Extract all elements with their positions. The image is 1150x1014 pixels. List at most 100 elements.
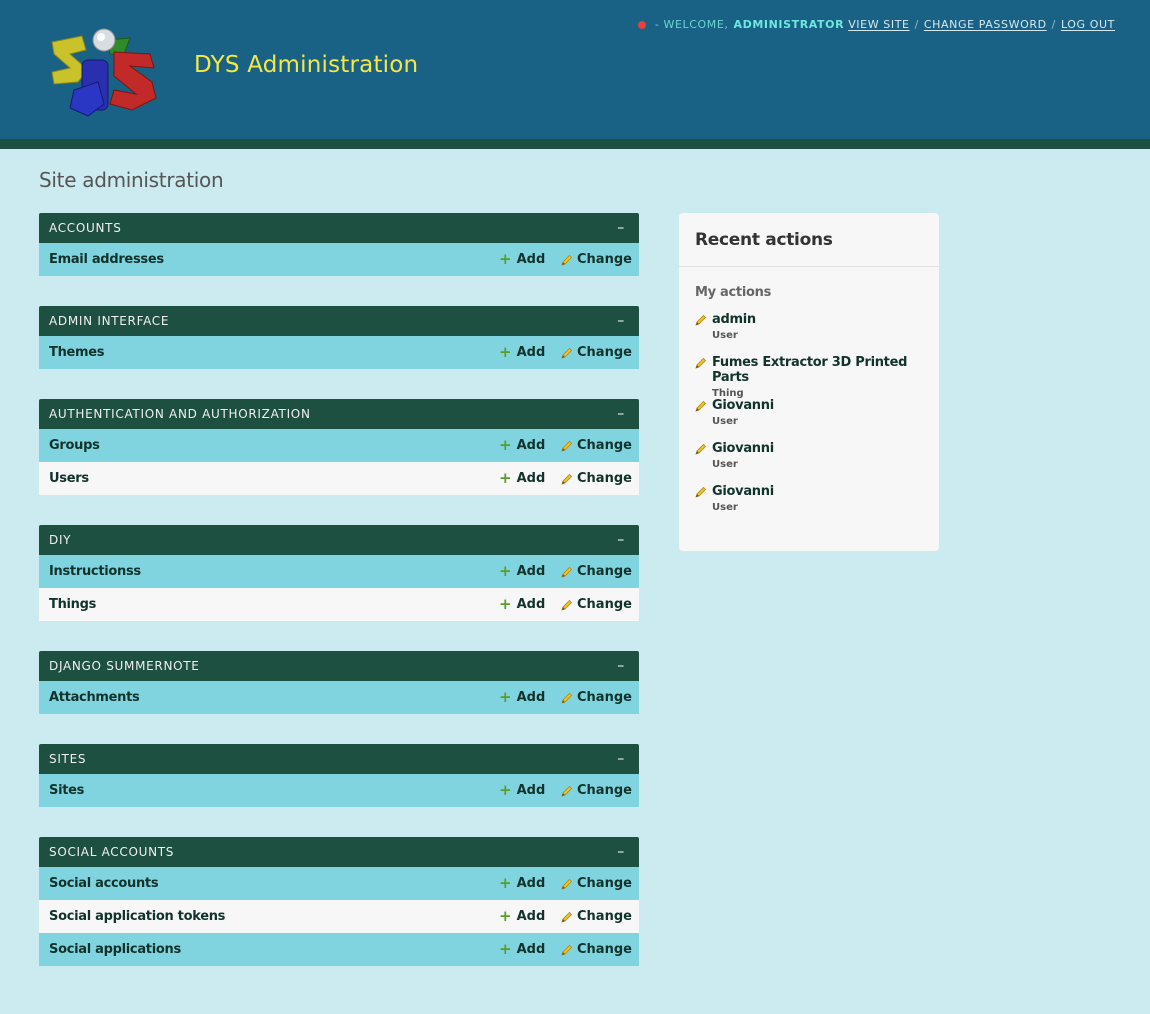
add-link[interactable]: + Add — [499, 562, 561, 580]
plus-icon: + — [499, 250, 512, 268]
module-caption-label[interactable]: SOCIAL ACCOUNTS — [49, 845, 174, 859]
change-link[interactable]: Change — [561, 783, 639, 798]
add-link[interactable]: + Add — [499, 940, 561, 958]
module-caption-label[interactable]: ADMIN INTERFACE — [49, 314, 169, 328]
add-link[interactable]: + Add — [499, 471, 561, 487]
add-label: Add — [516, 471, 546, 486]
site-title[interactable]: DYS Administration — [194, 52, 418, 78]
collapse-icon[interactable]: – — [617, 532, 625, 548]
add-label: Add — [516, 909, 546, 924]
recent-action-link[interactable]: admin — [712, 312, 756, 327]
model-link[interactable]: Social applications — [49, 942, 499, 957]
change-link[interactable]: Change — [561, 252, 639, 267]
add-link[interactable]: + Add — [499, 250, 561, 268]
module-caption-label[interactable]: SITES — [49, 752, 86, 766]
add-link[interactable]: + Add — [499, 783, 561, 799]
module-caption-label[interactable]: DIY — [49, 533, 71, 547]
module-accounts: ACCOUNTS – Email addresses + Add Change — [39, 213, 639, 276]
collapse-icon[interactable]: – — [617, 406, 625, 422]
change-link[interactable]: Change — [561, 471, 639, 486]
header-strip — [0, 139, 1150, 149]
module-caption[interactable]: ACCOUNTS – — [39, 213, 639, 243]
collapse-icon[interactable]: – — [617, 313, 625, 329]
collapse-icon[interactable]: – — [617, 844, 625, 860]
recent-action-link[interactable]: Fumes Extractor 3D Printed Parts — [712, 355, 923, 385]
change-label: Change — [577, 345, 632, 360]
plus-icon: + — [499, 343, 512, 361]
change-label: Change — [577, 438, 632, 453]
pencil-icon — [695, 314, 707, 355]
module-caption[interactable]: AUTHENTICATION AND AUTHORIZATION – — [39, 399, 639, 429]
recent-action-link[interactable]: Giovanni — [712, 484, 774, 499]
change-label: Change — [577, 876, 632, 891]
add-link[interactable]: + Add — [499, 876, 561, 892]
module-caption[interactable]: SITES – — [39, 744, 639, 774]
add-label: Add — [516, 876, 546, 891]
model-link[interactable]: Social application tokens — [49, 909, 499, 924]
pencil-icon — [561, 440, 573, 452]
add-label: Add — [516, 438, 546, 453]
change-link[interactable]: Change — [561, 690, 639, 705]
module-caption[interactable]: DJANGO SUMMERNOTE – — [39, 651, 639, 681]
module-caption[interactable]: DIY – — [39, 525, 639, 555]
module-caption[interactable]: ADMIN INTERFACE – — [39, 306, 639, 336]
model-link[interactable]: Things — [49, 597, 499, 612]
model-row: Groups + Add Change — [39, 429, 639, 462]
add-label: Add — [516, 597, 546, 612]
pencil-icon — [695, 400, 707, 441]
recent-action-item: Giovanni User — [679, 441, 939, 484]
recent-action-item: admin User — [679, 312, 939, 355]
user-tools: - WELCOME, ADMINISTRATOR VIEW SITE / CHA… — [637, 18, 1115, 31]
module-caption-label[interactable]: AUTHENTICATION AND AUTHORIZATION — [49, 407, 311, 421]
change-link[interactable]: Change — [561, 942, 639, 957]
change-label: Change — [577, 597, 632, 612]
change-link[interactable]: Change — [561, 438, 639, 453]
change-link[interactable]: Change — [561, 345, 639, 360]
log-out-link[interactable]: LOG OUT — [1061, 18, 1115, 31]
plus-icon: + — [499, 940, 512, 958]
module-caption-label[interactable]: DJANGO SUMMERNOTE — [49, 659, 200, 673]
recent-action-link[interactable]: Giovanni — [712, 441, 774, 456]
change-link[interactable]: Change — [561, 909, 639, 924]
add-link[interactable]: + Add — [499, 343, 561, 361]
model-link[interactable]: Attachments — [49, 690, 499, 705]
model-link[interactable]: Groups — [49, 438, 499, 453]
change-link[interactable]: Change — [561, 876, 639, 891]
site-header: DYS Administration - WELCOME, ADMINISTRA… — [0, 0, 1150, 139]
recent-action-link[interactable]: Giovanni — [712, 398, 774, 413]
pencil-icon — [561, 911, 573, 923]
my-actions-title: My actions — [695, 285, 772, 300]
pencil-icon — [561, 473, 573, 485]
add-link[interactable]: + Add — [499, 909, 561, 925]
change-password-link[interactable]: CHANGE PASSWORD — [924, 18, 1047, 31]
model-row: Email addresses + Add Change — [39, 243, 639, 276]
plus-icon: + — [499, 562, 512, 580]
module-caption[interactable]: SOCIAL ACCOUNTS – — [39, 837, 639, 867]
model-link[interactable]: Social accounts — [49, 876, 499, 891]
change-label: Change — [577, 564, 632, 579]
model-link[interactable]: Sites — [49, 783, 499, 798]
module-admin-interface: ADMIN INTERFACE – Themes + Add Change — [39, 306, 639, 369]
status-dot-icon — [637, 20, 646, 29]
model-link[interactable]: Instructionss — [49, 564, 499, 579]
model-link[interactable]: Users — [49, 471, 499, 486]
module-caption-label[interactable]: ACCOUNTS — [49, 221, 122, 235]
change-link[interactable]: Change — [561, 564, 639, 579]
pencil-icon — [561, 944, 573, 956]
collapse-icon[interactable]: – — [617, 751, 625, 767]
view-site-link[interactable]: VIEW SITE — [848, 18, 909, 31]
add-link[interactable]: + Add — [499, 597, 561, 613]
model-link[interactable]: Themes — [49, 345, 499, 360]
collapse-icon[interactable]: – — [617, 220, 625, 236]
model-row: Social application tokens + Add Change — [39, 900, 639, 933]
page-title: Site administration — [39, 168, 224, 192]
change-link[interactable]: Change — [561, 597, 639, 612]
recent-action-type: User — [712, 416, 738, 427]
actions-list: admin User Fumes Extractor 3D Printed Part… — [679, 312, 939, 527]
add-link[interactable]: + Add — [499, 690, 561, 706]
add-link[interactable]: + Add — [499, 438, 561, 454]
dys-logo[interactable] — [48, 24, 164, 120]
model-link[interactable]: Email addresses — [49, 252, 499, 267]
pencil-icon — [561, 566, 573, 578]
collapse-icon[interactable]: – — [617, 658, 625, 674]
